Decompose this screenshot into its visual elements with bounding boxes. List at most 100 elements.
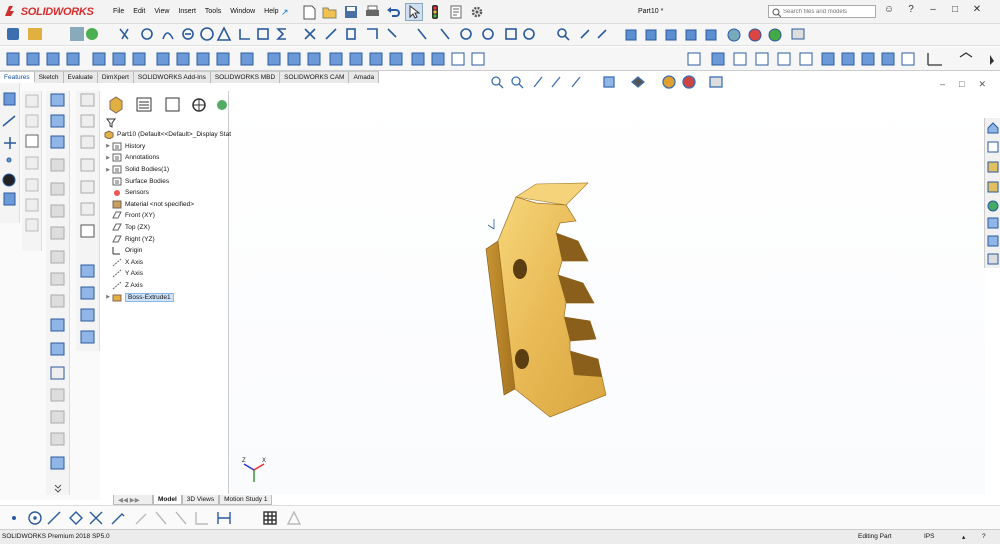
- sketch-toolbar: [0, 505, 1000, 529]
- tree-root[interactable]: Part10 (Default<<Default>_Display State: [104, 129, 235, 141]
- part-model[interactable]: [478, 181, 613, 421]
- status-version: SOLIDWORKS Premium 2018 SP5.0: [2, 533, 110, 540]
- feature-manager-icon: [109, 96, 123, 114]
- left-toolbar-strip-4: [76, 91, 100, 351]
- tree-item-icon: [112, 188, 122, 197]
- tab-sketch[interactable]: Sketch: [34, 71, 64, 83]
- tab-evaluate[interactable]: Evaluate: [63, 71, 98, 83]
- command-manager-tabs: Features Sketch Evaluate DimXpert SOLIDW…: [0, 71, 380, 83]
- solidworks-logo[interactable]: SOLIDWORKS: [4, 5, 94, 18]
- minimize-icon[interactable]: –: [924, 4, 942, 15]
- command-manager-row-2: [0, 47, 1000, 71]
- search-box[interactable]: [768, 5, 876, 18]
- tab-model[interactable]: Model: [153, 495, 182, 505]
- expand-arrow-icon[interactable]: ▶: [104, 167, 112, 173]
- search-input[interactable]: [769, 6, 859, 17]
- expand-arrow-icon[interactable]: ▶: [104, 294, 112, 300]
- menu-bar: File Edit View Insert Tools Window Help: [113, 8, 279, 15]
- left-toolbar-icons-1: [2, 92, 16, 206]
- tab-solidworks-mbd[interactable]: SOLIDWORKS MBD: [210, 71, 281, 83]
- left-toolbar-icons-3: [50, 93, 65, 493]
- tree-item[interactable]: ▶ Boss-Extrude1: [104, 291, 230, 303]
- tree-item[interactable]: Top (ZX): [104, 222, 230, 234]
- model-view-tabs: ◀◀ ▶▶ Model 3D Views Motion Study 1: [113, 495, 273, 505]
- tree-item[interactable]: X Axis: [104, 257, 230, 269]
- tree-item[interactable]: Surface Bodies: [104, 175, 230, 187]
- title-bar: SOLIDWORKS File Edit View Insert Tools W…: [0, 0, 1000, 24]
- tree-item[interactable]: Material <not specified>: [104, 199, 230, 211]
- tab-solidworks-cam[interactable]: SOLIDWORKS CAM: [280, 71, 350, 83]
- filter-icon[interactable]: [106, 118, 116, 128]
- file-properties-icon[interactable]: [447, 3, 465, 21]
- menu-tools[interactable]: Tools: [205, 8, 221, 15]
- tree-item[interactable]: Origin: [104, 245, 230, 257]
- print-icon[interactable]: [363, 3, 381, 21]
- panel-tab-bar: [104, 95, 228, 115]
- undo-icon[interactable]: [384, 3, 402, 21]
- tree-item[interactable]: ▶ History: [104, 141, 230, 153]
- heads-up-icons: [491, 75, 723, 89]
- tree-item[interactable]: Y Axis: [104, 268, 230, 280]
- tree-item[interactable]: Front (XY): [104, 210, 230, 222]
- tree-item-icon: [112, 153, 122, 162]
- tree-item[interactable]: Right (YZ): [104, 233, 230, 245]
- tab-scroll-arrows[interactable]: ◀◀ ▶▶: [113, 495, 153, 505]
- rebuild-icon[interactable]: [426, 3, 444, 21]
- triad-x-label: X: [262, 458, 266, 464]
- status-help-icon[interactable]: ?: [982, 533, 986, 540]
- status-chevron-icon[interactable]: ▴: [962, 533, 965, 541]
- more-arrow-icon[interactable]: [990, 55, 994, 65]
- tree-item-icon: [112, 200, 122, 209]
- command-manager-row-1: [0, 24, 1000, 46]
- close-icon[interactable]: ✕: [968, 4, 986, 15]
- tree-item-label: Boss-Extrude1: [125, 292, 174, 302]
- viewport-close-icon[interactable]: ✕: [978, 79, 986, 90]
- menu-help[interactable]: Help: [264, 8, 278, 15]
- status-bar: SOLIDWORKS Premium 2018 SP5.0 Editing Pa…: [0, 529, 1000, 544]
- tab-3d-views[interactable]: 3D Views: [181, 495, 220, 505]
- menu-edit[interactable]: Edit: [133, 8, 145, 15]
- tree-item[interactable]: Z Axis: [104, 280, 230, 292]
- tab-dimxpert[interactable]: DimXpert: [97, 71, 134, 83]
- panel-tab-icons: [109, 96, 227, 114]
- tree-item[interactable]: ▶ Annotations: [104, 152, 230, 164]
- expand-arrow-icon[interactable]: ▶: [104, 155, 112, 161]
- tree-item-label: X Axis: [125, 258, 144, 266]
- select-icon[interactable]: [405, 3, 423, 21]
- viewport-minimize-icon[interactable]: –: [940, 79, 945, 90]
- expand-arrow-icon[interactable]: ▶: [104, 143, 112, 149]
- user-icon[interactable]: ☺: [880, 4, 898, 15]
- options-gear-icon[interactable]: [468, 3, 486, 21]
- tree-item[interactable]: Sensors: [104, 187, 230, 199]
- tab-amada[interactable]: Amada: [349, 71, 380, 83]
- new-document-icon[interactable]: [300, 3, 318, 21]
- menu-insert[interactable]: Insert: [178, 8, 196, 15]
- tree-root-label: Part10 (Default<<Default>_Display State: [117, 131, 235, 139]
- command-icons-row-1: [7, 26, 805, 42]
- task-pane-icons: [987, 122, 999, 265]
- tab-features[interactable]: Features: [0, 71, 35, 83]
- menu-file[interactable]: File: [113, 8, 124, 15]
- menu-window[interactable]: Window: [230, 8, 255, 15]
- ds-logo-icon: [5, 6, 14, 16]
- save-icon[interactable]: [342, 3, 360, 21]
- pin-icon[interactable]: ↗: [281, 7, 289, 18]
- menu-view[interactable]: View: [154, 8, 169, 15]
- left-toolbar-icons-4: [80, 93, 95, 344]
- tab-motion-study[interactable]: Motion Study 1: [219, 495, 273, 505]
- tree-item-label: Top (ZX): [125, 224, 150, 232]
- tree-item[interactable]: ▶ Solid Bodies(1): [104, 164, 230, 176]
- tree-item-icon: [112, 281, 122, 290]
- viewport-restore-icon[interactable]: □: [959, 79, 964, 90]
- restore-icon[interactable]: □: [946, 4, 964, 15]
- open-icon[interactable]: [321, 3, 339, 21]
- part-icon: [104, 130, 114, 140]
- help-icon[interactable]: ?: [902, 4, 920, 15]
- tree-item-label: Solid Bodies(1): [125, 166, 170, 174]
- window-controls: ☺ ? – □ ✕: [880, 4, 986, 15]
- status-units[interactable]: IPS: [924, 533, 934, 540]
- left-toolbar-strip-3: [46, 91, 70, 495]
- brand-name: SOLIDWORKS: [20, 6, 94, 18]
- tab-solidworks-addins[interactable]: SOLIDWORKS Add-Ins: [133, 71, 211, 83]
- tree-item-icon: [112, 142, 122, 151]
